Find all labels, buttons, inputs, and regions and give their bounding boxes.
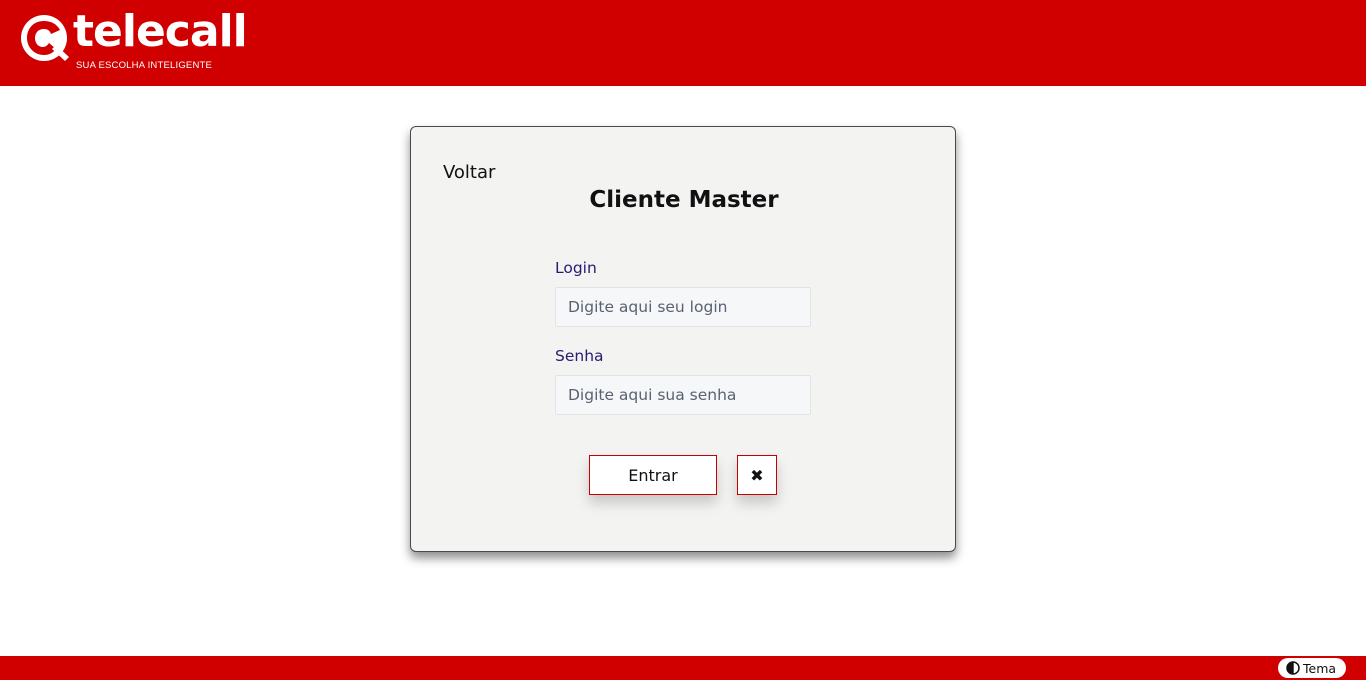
- close-button[interactable]: ✖: [737, 455, 777, 495]
- telecall-logo-mark-icon: [21, 15, 69, 61]
- login-card: Voltar Cliente Master Login Senha Entrar…: [410, 126, 956, 552]
- top-bar: telecall SUA ESCOLHA INTELIGENTE: [0, 0, 1366, 86]
- theme-label: Tema: [1303, 660, 1337, 676]
- brand-tagline: SUA ESCOLHA INTELIGENTE: [76, 60, 213, 71]
- password-input[interactable]: [555, 375, 811, 415]
- telecall-logo[interactable]: telecall SUA ESCOLHA INTELIGENTE: [19, 6, 248, 74]
- back-link[interactable]: Voltar: [443, 162, 495, 183]
- page-title: Cliente Master: [589, 187, 779, 213]
- login-label: Login: [555, 259, 597, 277]
- contrast-icon: [1286, 661, 1300, 675]
- enter-button[interactable]: Entrar: [589, 455, 717, 495]
- password-label: Senha: [555, 347, 604, 365]
- theme-toggle-button[interactable]: Tema: [1278, 658, 1346, 678]
- bottom-bar: Tema: [0, 656, 1366, 680]
- brand-name: telecall: [73, 6, 248, 57]
- login-input[interactable]: [555, 287, 811, 327]
